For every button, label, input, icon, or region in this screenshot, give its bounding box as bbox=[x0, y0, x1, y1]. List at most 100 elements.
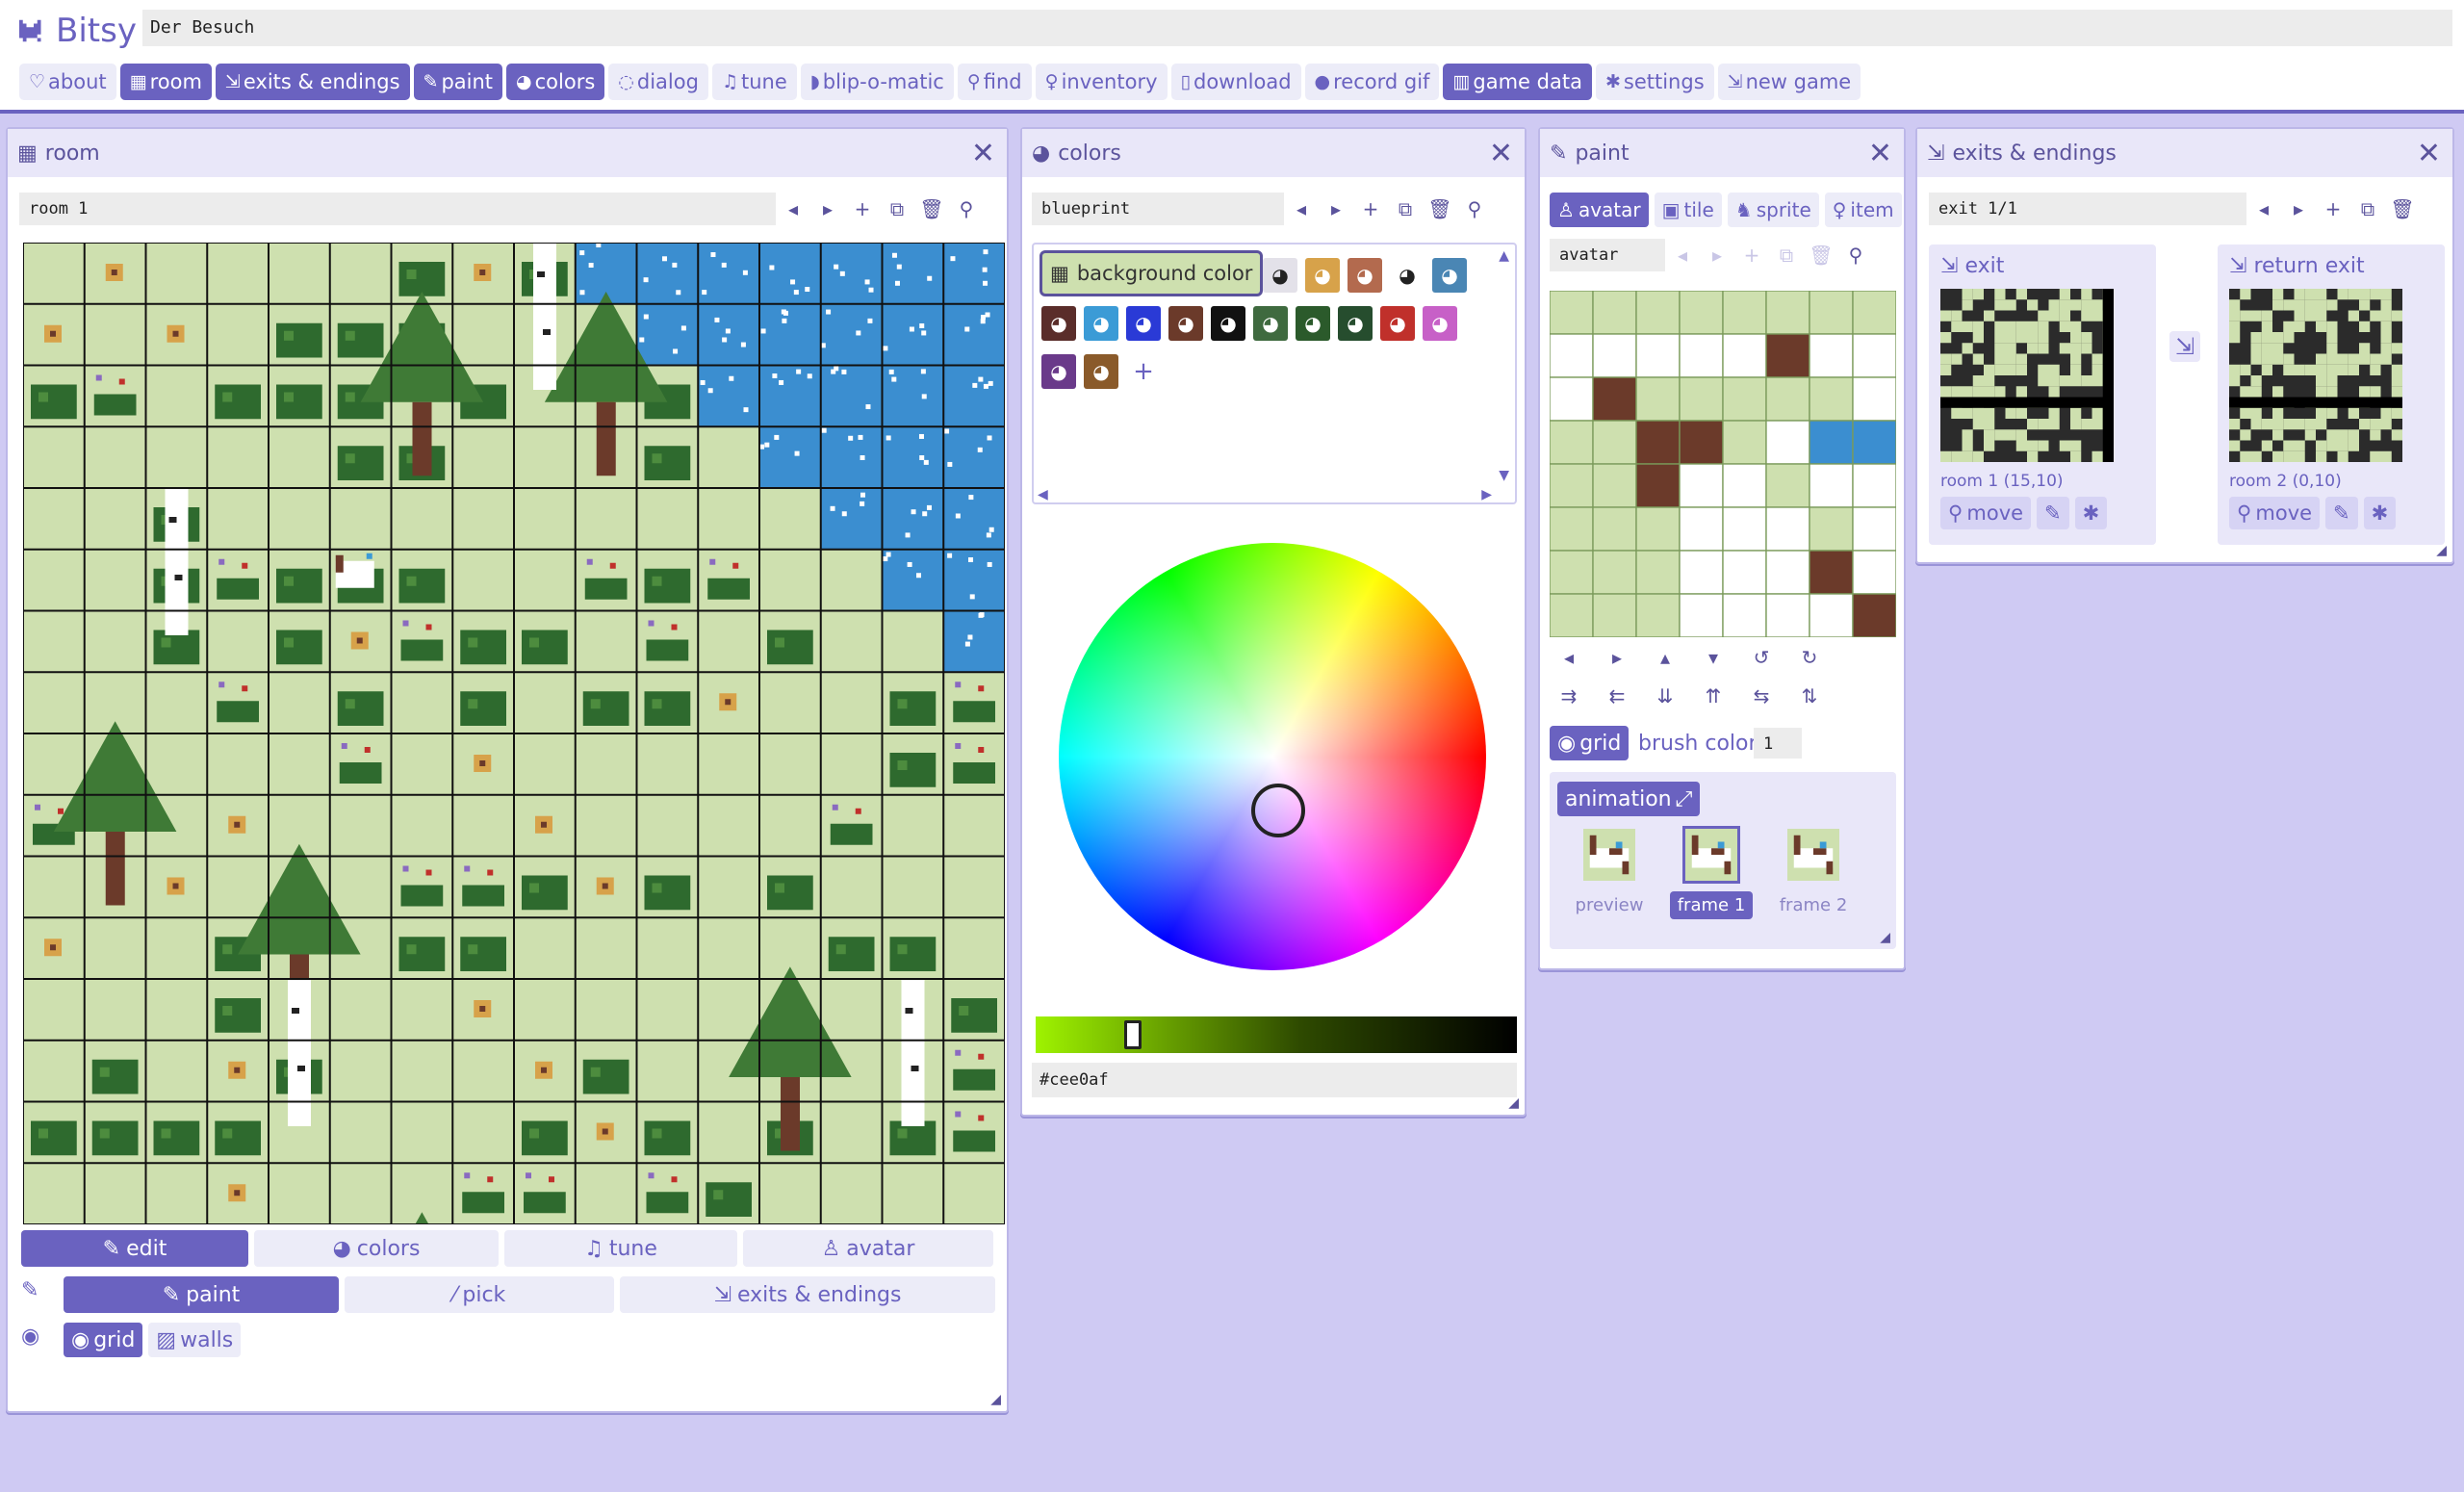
search-icon[interactable]: ⚲ bbox=[949, 193, 984, 225]
resize-handle-icon[interactable]: ◢ bbox=[1880, 930, 1890, 945]
delete-icon[interactable]: 🗑 bbox=[1423, 193, 1457, 225]
nav-exits-endings[interactable]: ⇲ exits & endings bbox=[215, 64, 410, 100]
exit-settings-button[interactable]: ✱ bbox=[2074, 497, 2108, 529]
scroll-left-icon[interactable]: ◀ bbox=[1038, 487, 1048, 502]
scroll-right-icon[interactable]: ▶ bbox=[1481, 487, 1492, 502]
add-icon[interactable]: + bbox=[1353, 193, 1388, 225]
paint-type-tile[interactable]: ▣ tile bbox=[1654, 193, 1722, 227]
next-icon[interactable]: ▸ bbox=[1319, 193, 1353, 225]
duplicate-icon[interactable]: ⧉ bbox=[2350, 193, 2385, 225]
next-icon[interactable]: ▸ bbox=[1700, 239, 1734, 271]
palette-swatch[interactable]: ◕ bbox=[1423, 306, 1457, 341]
toggle-walls[interactable]: ▨ walls bbox=[148, 1323, 242, 1357]
shift-down-icon[interactable]: ▾ bbox=[1694, 641, 1732, 674]
return-settings-button[interactable]: ✱ bbox=[2363, 497, 2397, 529]
flip-v2-icon[interactable]: ⇈ bbox=[1694, 680, 1732, 712]
add-icon[interactable]: + bbox=[2316, 193, 2350, 225]
shift-right-icon[interactable]: ▸ bbox=[1598, 641, 1636, 674]
exit-index-input[interactable]: exit 1/1 bbox=[1929, 193, 2246, 225]
palette-swatch[interactable]: ◕ bbox=[1305, 258, 1340, 293]
palette-swatch[interactable]: ◕ bbox=[1211, 306, 1245, 341]
prev-icon[interactable]: ◂ bbox=[776, 193, 810, 225]
return-room-preview[interactable] bbox=[2229, 289, 2402, 462]
frame-preview[interactable]: preview bbox=[1561, 826, 1657, 919]
palette-swatch[interactable]: ◕ bbox=[1263, 258, 1297, 293]
palette-swatch[interactable]: ◕ bbox=[1432, 258, 1467, 293]
animation-toggle[interactable]: animation ⤢ bbox=[1557, 782, 1701, 816]
scroll-up-icon[interactable]: ▲ bbox=[1499, 248, 1509, 264]
next-icon[interactable]: ▸ bbox=[2281, 193, 2316, 225]
delete-icon[interactable]: 🗑 bbox=[2385, 193, 2420, 225]
delete-icon[interactable]: 🗑 bbox=[1804, 239, 1838, 271]
flip-h2-icon[interactable]: ⇇ bbox=[1598, 680, 1636, 712]
paint-type-item[interactable]: ♀ item bbox=[1824, 193, 1902, 227]
color-wheel[interactable] bbox=[1059, 543, 1486, 970]
tab-colors[interactable]: ◕ colors bbox=[254, 1230, 499, 1267]
palette-swatch[interactable]: ◕ bbox=[1084, 354, 1118, 389]
paint-canvas[interactable] bbox=[1549, 290, 1897, 638]
palette-swatch[interactable]: ◕ bbox=[1041, 354, 1076, 389]
close-icon[interactable]: ✕ bbox=[1489, 137, 1513, 170]
paint-grid[interactable] bbox=[1549, 290, 1897, 638]
nav-game-data[interactable]: ▥ game data bbox=[1443, 64, 1592, 100]
palette-name-input[interactable]: blueprint bbox=[1032, 193, 1284, 225]
exit-edit-button[interactable]: ✎ bbox=[2037, 497, 2069, 529]
flip-v-icon[interactable]: ⇊ bbox=[1646, 680, 1684, 712]
resize-handle-icon[interactable]: ◢ bbox=[1508, 1095, 1519, 1111]
add-icon[interactable]: + bbox=[1734, 239, 1769, 271]
swap-exit-icon[interactable]: ⇲ bbox=[2169, 331, 2201, 362]
prev-icon[interactable]: ◂ bbox=[1665, 239, 1700, 271]
nav-inventory[interactable]: ♀ inventory bbox=[1035, 64, 1168, 100]
nav-new-game[interactable]: ⇲ new game bbox=[1717, 64, 1861, 100]
palette-swatch[interactable]: ◕ bbox=[1084, 306, 1118, 341]
return-move-button[interactable]: ⚲ move bbox=[2229, 497, 2321, 529]
flip-h-icon[interactable]: ⇉ bbox=[1550, 680, 1588, 712]
rotate-left-icon[interactable]: ↺ bbox=[1742, 641, 1781, 674]
room-map-canvas[interactable] bbox=[22, 242, 1006, 1397]
rotate-right-icon[interactable]: ↻ bbox=[1790, 641, 1829, 674]
palette-swatch[interactable]: ◕ bbox=[1168, 306, 1203, 341]
tab-pick[interactable]: ⁄ pick bbox=[345, 1276, 614, 1313]
add-icon[interactable]: + bbox=[845, 193, 880, 225]
resize-handle-icon[interactable]: ◢ bbox=[990, 1392, 1001, 1407]
tab-avatar[interactable]: ♙ avatar bbox=[743, 1230, 993, 1267]
prev-icon[interactable]: ◂ bbox=[2246, 193, 2281, 225]
frame-frame-1[interactable]: frame 1 bbox=[1663, 826, 1759, 919]
nav-record-gif[interactable]: ● record gif bbox=[1304, 64, 1440, 100]
mirror-v-icon[interactable]: ⇅ bbox=[1790, 680, 1829, 712]
toggle-grid[interactable]: ◉ grid bbox=[64, 1323, 143, 1357]
hex-color-input[interactable]: #cee0af bbox=[1032, 1063, 1517, 1097]
search-icon[interactable]: ⚲ bbox=[1457, 193, 1492, 225]
mirror-icon[interactable]: ⇆ bbox=[1742, 680, 1781, 712]
palette-swatch[interactable]: ◕ bbox=[1338, 306, 1373, 341]
nav-room[interactable]: ▦ room bbox=[119, 64, 212, 100]
return-edit-button[interactable]: ✎ bbox=[2325, 497, 2358, 529]
color-wheel-handle[interactable] bbox=[1251, 784, 1305, 837]
close-icon[interactable]: ✕ bbox=[971, 137, 995, 170]
paint-type-sprite[interactable]: ♞ sprite bbox=[1727, 193, 1819, 227]
close-icon[interactable]: ✕ bbox=[1868, 137, 1892, 170]
nav-find[interactable]: ⚲ find bbox=[957, 64, 1032, 100]
shift-left-icon[interactable]: ◂ bbox=[1550, 641, 1588, 674]
background-color-swatch[interactable]: ▦ background color bbox=[1040, 250, 1264, 296]
nav-dialog[interactable]: ◌ dialog bbox=[608, 64, 708, 100]
duplicate-icon[interactable]: ⧉ bbox=[1388, 193, 1423, 225]
shift-up-icon[interactable]: ▴ bbox=[1646, 641, 1684, 674]
delete-icon[interactable]: 🗑 bbox=[914, 193, 949, 225]
game-title-input[interactable]: Der Besuch bbox=[142, 10, 2452, 46]
resize-handle-icon[interactable]: ◢ bbox=[2436, 543, 2447, 558]
duplicate-icon[interactable]: ⧉ bbox=[1769, 239, 1804, 271]
scroll-down-icon[interactable]: ▼ bbox=[1499, 468, 1509, 483]
add-color-button[interactable]: + bbox=[1126, 354, 1161, 389]
brightness-slider[interactable] bbox=[1036, 1016, 1517, 1053]
room-map[interactable] bbox=[22, 242, 1006, 1397]
exit-room-preview[interactable] bbox=[1940, 289, 2114, 462]
palette-swatch[interactable]: ◕ bbox=[1380, 306, 1415, 341]
nav-settings[interactable]: ✱ settings bbox=[1595, 64, 1714, 100]
brush-color-input[interactable]: 1 bbox=[1754, 728, 1802, 759]
duplicate-icon[interactable]: ⧉ bbox=[880, 193, 914, 225]
nav-blip-o-matic[interactable]: ◗ blip-o-matic bbox=[800, 64, 954, 100]
tab-exits-endings[interactable]: ⇲ exits & endings bbox=[620, 1276, 995, 1313]
room-name-input[interactable]: room 1 bbox=[19, 193, 776, 225]
exit-move-button[interactable]: ⚲ move bbox=[1940, 497, 2032, 529]
